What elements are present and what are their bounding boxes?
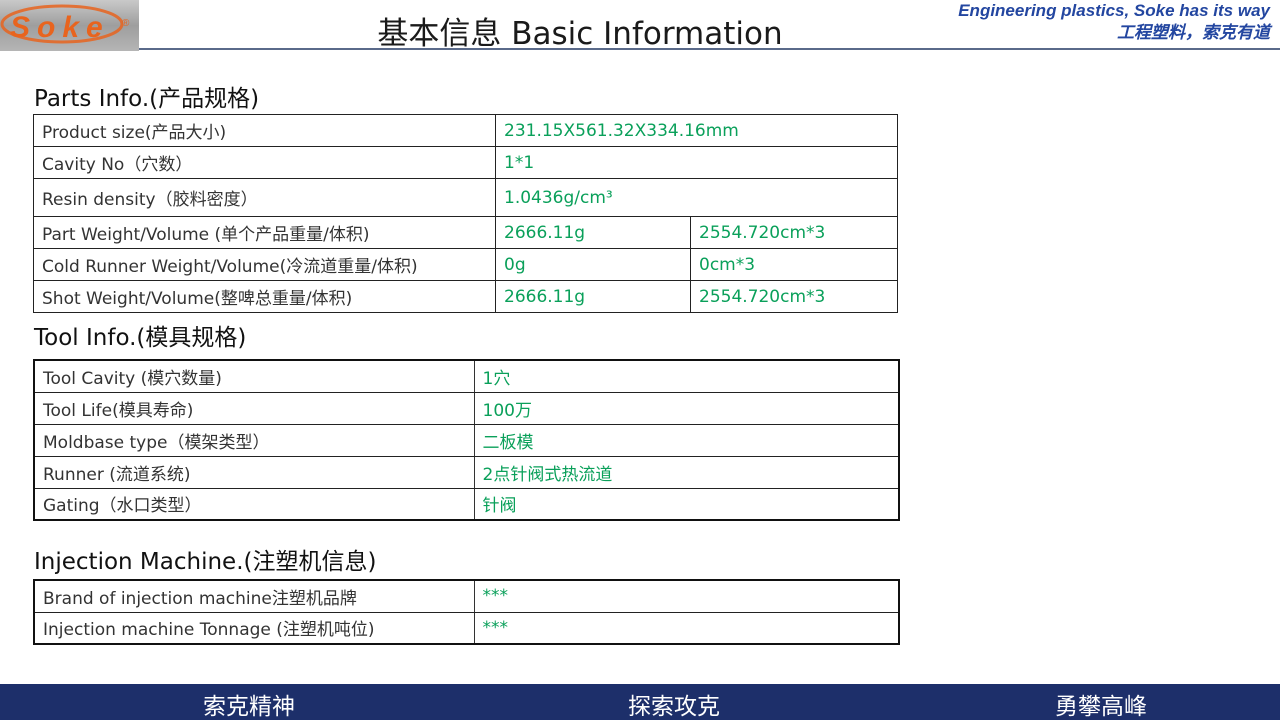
row-weight-value: 0g — [495, 248, 691, 281]
row-weight-value: 2666.11g — [495, 280, 691, 313]
row-label: Runner (流道系统) — [33, 455, 475, 489]
table-row: Resin density（胶料密度） 1.0436g/cm³ — [33, 178, 898, 217]
footer-motto-spirit: 索克精神 — [203, 694, 295, 720]
row-label: Shot Weight/Volume(整啤总重量/体积) — [33, 280, 496, 313]
footer-motto-climb: 勇攀高峰 — [1055, 694, 1147, 720]
row-value: 1穴 — [473, 359, 900, 393]
row-volume-value: 2554.720cm*3 — [690, 280, 898, 313]
row-value: *** — [473, 579, 900, 613]
footer-motto-explore: 探索攻克 — [628, 694, 720, 720]
row-weight-value: 2666.11g — [495, 216, 691, 249]
footer-bar: 索克精神 探索攻克 勇攀高峰 — [0, 684, 1280, 720]
row-value: 1*1 — [495, 146, 898, 179]
table-row: Product size(产品大小) 231.15X561.32X334.16m… — [33, 114, 898, 147]
table-row: Tool Life(模具寿命) 100万 — [33, 391, 900, 425]
row-label: Resin density（胶料密度） — [33, 178, 496, 217]
row-label: Part Weight/Volume (单个产品重量/体积) — [33, 216, 496, 249]
row-label: Moldbase type（模架类型） — [33, 423, 475, 457]
row-label: Product size(产品大小) — [33, 114, 496, 147]
tool-info-table: Tool Cavity (模穴数量) 1穴 Tool Life(模具寿命) 10… — [33, 359, 900, 521]
table-row: Moldbase type（模架类型） 二板模 — [33, 423, 900, 457]
table-row: Shot Weight/Volume(整啤总重量/体积) 2666.11g 25… — [33, 280, 898, 313]
row-volume-value: 0cm*3 — [690, 248, 898, 281]
machine-info-heading: Injection Machine.(注塑机信息) — [34, 549, 377, 575]
row-value: 二板模 — [473, 423, 900, 457]
row-label: Gating（水口类型） — [33, 487, 475, 521]
row-label: Brand of injection machine注塑机品牌 — [33, 579, 475, 613]
row-value: 100万 — [473, 391, 900, 425]
row-label: Tool Cavity (模穴数量) — [33, 359, 475, 393]
row-value: 231.15X561.32X334.16mm — [495, 114, 898, 147]
row-value: 1.0436g/cm³ — [495, 178, 898, 217]
header-divider — [139, 48, 1280, 50]
row-value: 2点针阀式热流道 — [473, 455, 900, 489]
slogan: Engineering plastics, Soke has its way 工… — [958, 0, 1270, 44]
table-row: Tool Cavity (模穴数量) 1穴 — [33, 359, 900, 393]
row-volume-value: 2554.720cm*3 — [690, 216, 898, 249]
machine-info-table: Brand of injection machine注塑机品牌 *** Inje… — [33, 579, 900, 645]
slogan-english: Engineering plastics, Soke has its way — [958, 1, 1270, 20]
tool-info-heading: Tool Info.(模具规格) — [34, 325, 247, 351]
slogan-chinese: 工程塑料，索克有道 — [1117, 23, 1270, 42]
table-row: Gating（水口类型） 针阀 — [33, 487, 900, 521]
table-row: Part Weight/Volume (单个产品重量/体积) 2666.11g … — [33, 216, 898, 249]
parts-info-table: Product size(产品大小) 231.15X561.32X334.16m… — [33, 114, 898, 313]
row-value: *** — [473, 611, 900, 645]
table-row: Cavity No（穴数） 1*1 — [33, 146, 898, 179]
table-row: Cold Runner Weight/Volume(冷流道重量/体积) 0g 0… — [33, 248, 898, 281]
row-label: Injection machine Tonnage (注塑机吨位) — [33, 611, 475, 645]
table-row: Injection machine Tonnage (注塑机吨位) *** — [33, 611, 900, 645]
table-row: Brand of injection machine注塑机品牌 *** — [33, 579, 900, 613]
row-label: Tool Life(模具寿命) — [33, 391, 475, 425]
row-label: Cold Runner Weight/Volume(冷流道重量/体积) — [33, 248, 496, 281]
row-label: Cavity No（穴数） — [33, 146, 496, 179]
parts-info-heading: Parts Info.(产品规格) — [34, 86, 260, 112]
table-row: Runner (流道系统) 2点针阀式热流道 — [33, 455, 900, 489]
row-value: 针阀 — [473, 487, 900, 521]
